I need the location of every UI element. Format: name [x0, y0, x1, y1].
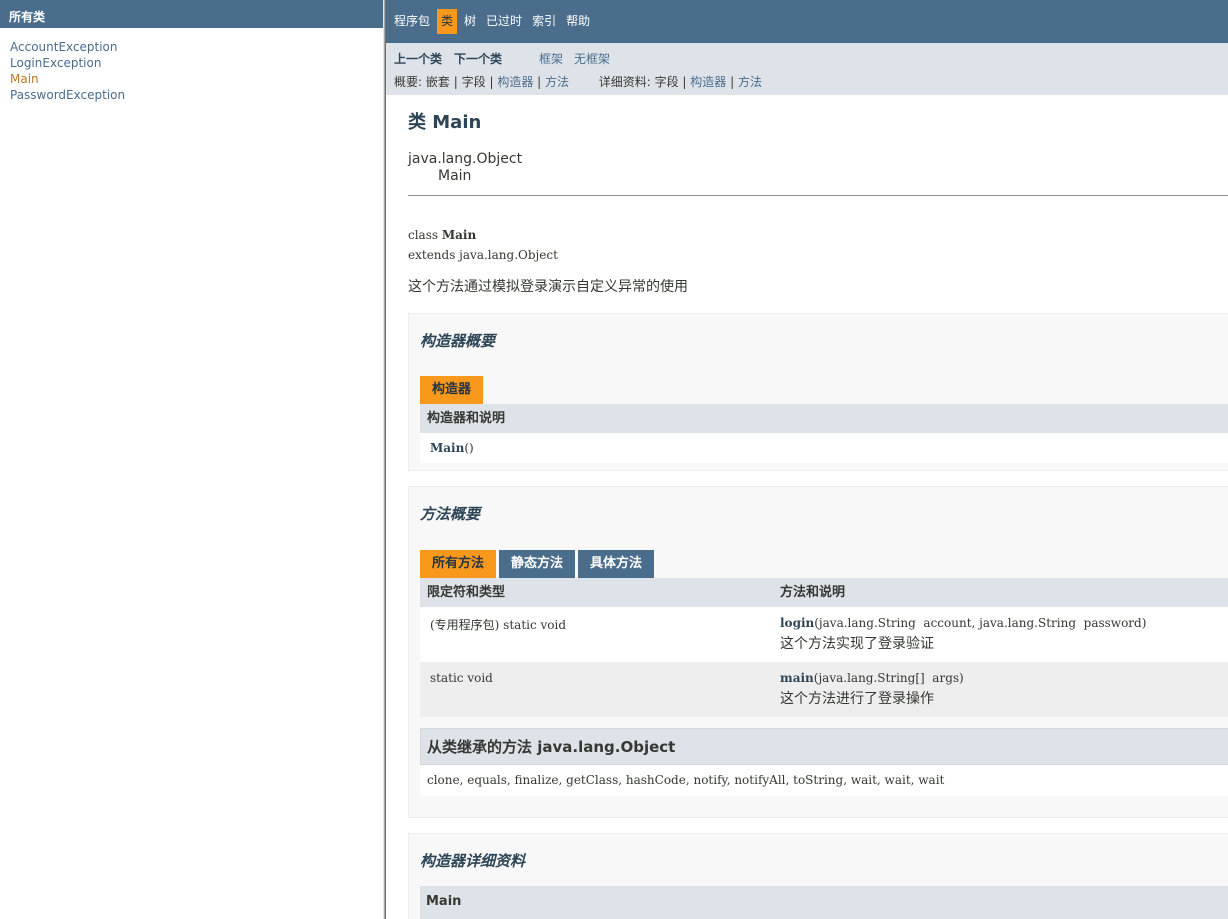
- detail-label: 详细资料:: [598, 75, 651, 89]
- method-description: 这个方法实现了登录验证: [780, 636, 934, 652]
- summary-nested: 嵌套: [425, 75, 450, 89]
- constructor-main-link[interactable]: Main: [430, 441, 464, 455]
- constructor-summary-block: 构造器概要 构造器 构造器和说明 Main(): [408, 313, 1228, 471]
- class-list-item: LoginException: [10, 55, 383, 71]
- method-tabs: 所有方法 静态方法 具体方法: [420, 550, 1228, 578]
- constructor-params: (): [464, 441, 474, 455]
- inheritance-tree: java.lang.Object Main: [408, 151, 1228, 185]
- constructor-table-header: 构造器和说明: [420, 404, 1228, 433]
- nav-help[interactable]: 帮助: [566, 9, 590, 34]
- class-link-main[interactable]: Main: [10, 72, 39, 86]
- tab-static-methods[interactable]: 静态方法: [499, 550, 576, 578]
- tab-constructors: 构造器: [420, 376, 484, 404]
- separator: |: [730, 75, 735, 89]
- constructor-detail-block: 构造器详细资料 Main: [408, 833, 1228, 919]
- summary-label: 概要:: [394, 75, 423, 89]
- class-list-item: Main: [10, 71, 383, 87]
- method-summary-block: 方法概要 所有方法 静态方法 具体方法 限定符和类型 方法和说明 (专用程序包)…: [408, 486, 1228, 818]
- method-header: 方法和说明: [780, 585, 846, 600]
- next-class-link[interactable]: 下一个类: [454, 49, 502, 69]
- table-row: Main(): [420, 433, 1228, 463]
- all-classes-frame: 所有类 AccountException LoginException Main…: [0, 0, 383, 919]
- method-main-link[interactable]: main: [780, 671, 814, 685]
- summary-constructor-link[interactable]: 构造器: [497, 75, 533, 89]
- nav-deprecated[interactable]: 已过时: [486, 9, 522, 34]
- summary-method-link[interactable]: 方法: [545, 75, 569, 89]
- method-description: 这个方法进行了登录操作: [780, 691, 934, 707]
- modifier-header: 限定符和类型: [427, 585, 506, 600]
- summary-detail-links: 概要: 嵌套 | 字段 | 构造器 | 方法 详细资料: 字段 | 构造器 | …: [394, 75, 1228, 89]
- method-modifier: (专用程序包) static void: [430, 618, 567, 632]
- tab-all-methods[interactable]: 所有方法: [420, 550, 497, 578]
- tab-concrete-methods[interactable]: 具体方法: [578, 550, 655, 578]
- prev-class-link[interactable]: 上一个类: [394, 49, 442, 69]
- summary-field: 字段: [461, 75, 486, 89]
- class-link-loginexception[interactable]: LoginException: [10, 56, 101, 70]
- superclass: java.lang.Object: [408, 151, 523, 167]
- nav-class: 类: [437, 9, 458, 34]
- sig-class-name: Main: [441, 228, 477, 242]
- divider: [408, 195, 1228, 196]
- current-class: Main: [438, 168, 472, 184]
- inherited-methods-title: 从类继承的方法 java.lang.Object: [420, 728, 1228, 765]
- detail-method-link[interactable]: 方法: [738, 75, 762, 89]
- method-params: (java.lang.String account, java.lang.Str…: [814, 616, 1147, 630]
- top-navbar: 程序包 类 树 已过时 索引 帮助: [386, 0, 1228, 43]
- class-signature: class Main extends java.lang.Object: [408, 225, 1228, 265]
- separator: |: [537, 75, 542, 89]
- constructor-header-label: 构造器和说明: [427, 411, 506, 426]
- method-login-link[interactable]: login: [780, 616, 814, 630]
- class-doc-frame: 程序包 类 树 已过时 索引 帮助 上一个类 下一个类 框架 无框架 概要: 嵌…: [386, 0, 1228, 919]
- class-content: 类 Main java.lang.Object Main class Main …: [386, 112, 1228, 919]
- method-modifier: static void: [430, 671, 493, 685]
- all-classes-header: 所有类: [0, 0, 383, 28]
- constructor-detail-title: 构造器详细资料: [420, 852, 526, 870]
- separator: |: [489, 75, 494, 89]
- constructor-summary-title: 构造器概要: [420, 332, 496, 350]
- method-summary-title: 方法概要: [420, 505, 481, 523]
- table-row: static void main(java.lang.String[] args…: [420, 662, 1228, 717]
- nav-package[interactable]: 程序包: [394, 9, 430, 34]
- sub-navbar: 上一个类 下一个类 框架 无框架 概要: 嵌套 | 字段 | 构造器 | 方法 …: [386, 43, 1228, 95]
- sig-prefix: class: [408, 228, 442, 242]
- class-list-item: PasswordException: [10, 87, 383, 103]
- sig-extends: extends java.lang.Object: [408, 248, 558, 262]
- frames-link[interactable]: 框架: [539, 49, 563, 69]
- class-list: AccountException LoginException Main Pas…: [0, 28, 383, 103]
- separator: |: [453, 75, 458, 89]
- class-description: 这个方法通过模拟登录演示自定义异常的使用: [408, 279, 688, 295]
- table-row: (专用程序包) static void login(java.lang.Stri…: [420, 607, 1228, 662]
- detail-field: 字段: [654, 75, 679, 89]
- class-link-passwordexception[interactable]: PasswordException: [10, 88, 125, 102]
- no-frames-link[interactable]: 无框架: [574, 49, 610, 69]
- nav-tree[interactable]: 树: [464, 9, 476, 34]
- nav-index[interactable]: 索引: [532, 9, 556, 34]
- constructor-detail-item: Main: [420, 886, 1228, 919]
- inherited-methods-list: clone, equals, finalize, getClass, hashC…: [420, 765, 1228, 796]
- class-link-accountexception[interactable]: AccountException: [10, 40, 118, 54]
- detail-constructor-link[interactable]: 构造器: [690, 75, 726, 89]
- method-params: (java.lang.String[] args): [813, 671, 964, 685]
- page-title: 类 Main: [408, 112, 482, 133]
- method-table-header: 限定符和类型 方法和说明: [420, 578, 1228, 607]
- class-list-item: AccountException: [10, 39, 383, 55]
- constructor-tabs: 构造器: [420, 376, 1228, 404]
- separator: |: [682, 75, 687, 89]
